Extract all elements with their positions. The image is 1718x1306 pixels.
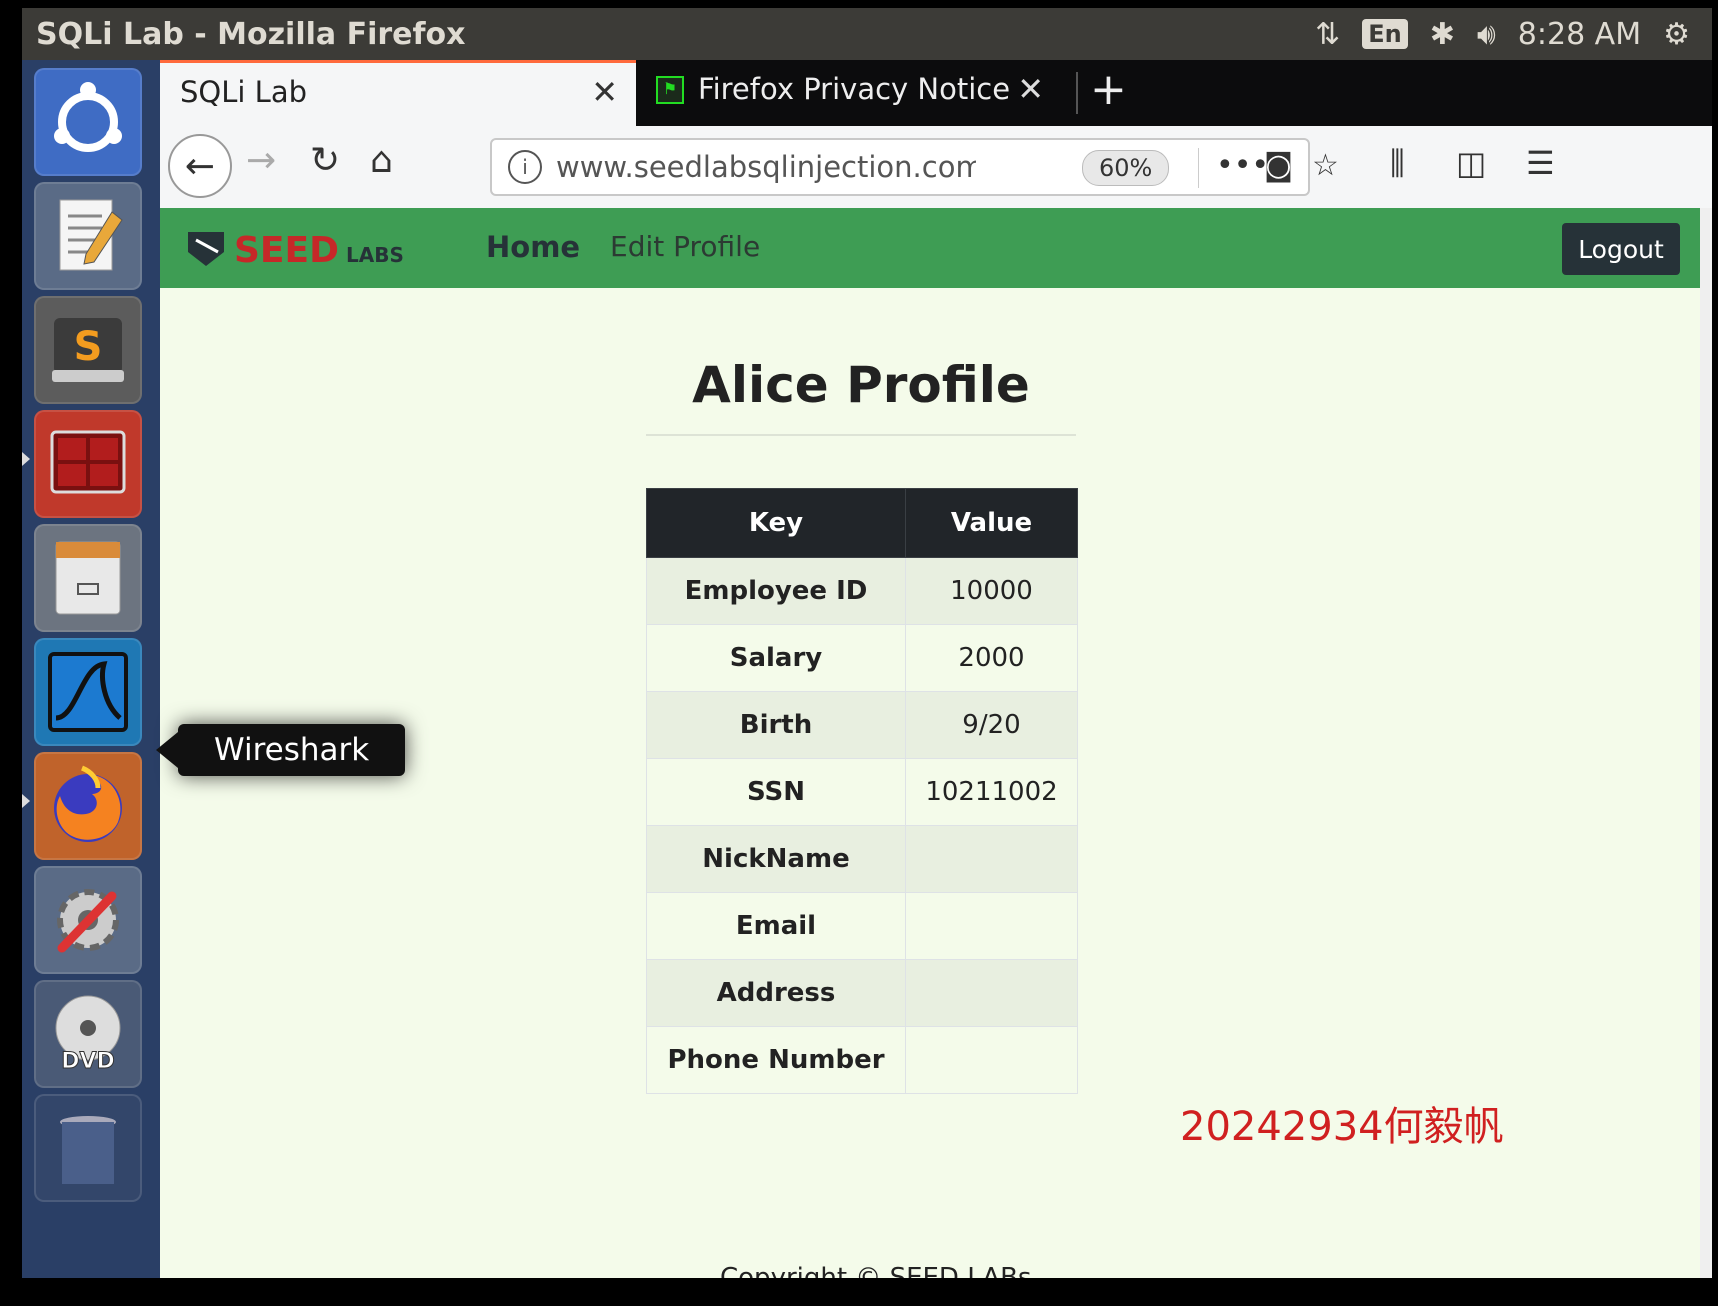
url-text[interactable]: www.seedlabsqlinjection.com [556,150,976,184]
close-tab-icon[interactable]: ✕ [1017,70,1044,108]
profile-table: Key Value Employee ID 10000 Salary 2000 … [646,488,1078,1094]
new-tab-plus-icon[interactable]: + [1090,64,1127,115]
system-settings-icon[interactable] [34,866,142,974]
firefox-window: SQLi Lab ✕ ⚑ Firefox Privacy Notice — ✕ … [160,60,1712,1278]
row-key: Salary [646,624,906,692]
running-indicator [22,452,30,466]
terminal-icon[interactable] [34,410,142,518]
tab-bar: SQLi Lab ✕ ⚑ Firefox Privacy Notice — ✕ … [160,60,1712,126]
svg-text:SEED: SEED [234,230,339,270]
column-header-key: Key [646,488,906,558]
dvd-icon[interactable]: DVD [34,980,142,1088]
row-value [905,892,1078,960]
ubuntu-dash-icon[interactable] [34,68,142,176]
title-divider [646,434,1076,436]
row-key: Phone Number [646,1026,906,1094]
seedlabs-logo[interactable]: SEED LABS [184,226,414,270]
footer-copyright: Copyright © SEED LABs [720,1263,1032,1278]
table-row: NickName [646,825,1078,893]
keyboard-layout-indicator[interactable]: En [1362,19,1408,49]
nav-edit-profile-link[interactable]: Edit Profile [610,230,760,263]
row-value: 10211002 [905,758,1078,826]
reload-icon[interactable]: ↻ [310,140,340,181]
tab-label: Firefox Privacy Notice — [698,72,1018,106]
url-bar-separator [1198,148,1199,188]
row-key: Birth [646,691,906,759]
unity-launcher: S DVD [22,60,160,1278]
nav-home-link[interactable]: Home [486,230,580,264]
window-title: SQLi Lab - Mozilla Firefox [36,17,466,52]
home-icon[interactable]: ⌂ [370,140,393,181]
navigation-toolbar: ← → ↻ ⌂ i www.seedlabsqlinjection.com 60… [160,126,1712,209]
close-tab-icon[interactable]: ✕ [591,73,618,111]
file-cabinet-icon[interactable] [34,524,142,632]
power-gear-icon[interactable]: ⚙ [1663,17,1690,52]
watermark-text: 20242934何毅帆 [1180,1104,1504,1150]
sublime-text-icon[interactable]: S [34,296,142,404]
table-row: SSN 10211002 [646,758,1078,826]
row-value: 10000 [905,557,1078,625]
back-arrow-icon[interactable]: ← [168,134,232,198]
library-icon[interactable]: ⫼ [1390,144,1405,183]
trash-icon[interactable] [34,1094,142,1202]
volume-icon[interactable]: 🔊︎ [1477,17,1496,52]
logout-button[interactable]: Logout [1562,223,1680,275]
desktop-screen: SQLi Lab - Mozilla Firefox ⇅ En ✱ 🔊︎ 8:2… [22,8,1712,1278]
row-key: Email [646,892,906,960]
table-row: Phone Number [646,1026,1078,1094]
table-row: Salary 2000 [646,624,1078,692]
url-bar[interactable]: i www.seedlabsqlinjection.com 60% ••• ◙ … [490,138,1339,196]
top-panel: SQLi Lab - Mozilla Firefox ⇅ En ✱ 🔊︎ 8:2… [22,8,1712,60]
site-info-icon[interactable]: i [508,150,542,184]
svg-text:LABS: LABS [346,243,404,267]
table-row: Email [646,892,1078,960]
bookmark-star-icon[interactable]: ☆ [1312,148,1339,183]
row-key: Address [646,959,906,1027]
tab-sqli-lab[interactable]: SQLi Lab ✕ [160,60,636,126]
forward-arrow-icon[interactable]: → [246,140,276,181]
row-key: Employee ID [646,557,906,625]
row-value: 9/20 [905,691,1078,759]
svg-text:S: S [74,324,103,370]
launcher-tooltip: Wireshark [155,724,406,776]
row-value [905,1026,1078,1094]
sidebar-icon[interactable]: ◫ [1456,144,1486,182]
row-value [905,959,1078,1027]
wireshark-icon[interactable] [34,638,142,746]
firefox-icon[interactable] [34,752,142,860]
tab-label: SQLi Lab [180,75,308,109]
network-arrows-icon[interactable]: ⇅ [1315,17,1340,52]
running-indicator [22,794,30,808]
hamburger-menu-icon[interactable]: ☰ [1526,144,1555,182]
svg-text:DVD: DVD [61,1049,115,1074]
bluetooth-icon[interactable]: ✱ [1430,17,1455,52]
table-row: Address [646,959,1078,1027]
tab-privacy-notice[interactable]: ⚑ Firefox Privacy Notice — ✕ [636,60,1076,126]
page-actions-more-icon[interactable]: ••• [1216,148,1269,183]
row-key: NickName [646,825,906,893]
row-value: 2000 [905,624,1078,692]
page-scrollbar[interactable] [1700,208,1712,1278]
column-header-value: Value [905,488,1078,558]
clock[interactable]: 8:28 AM [1518,17,1641,52]
pocket-icon[interactable]: ◙ [1264,148,1293,183]
table-header-row: Key Value [646,488,1078,558]
table-row: Employee ID 10000 [646,557,1078,625]
page-title: Alice Profile [692,356,1030,414]
favicon-icon: ⚑ [656,76,684,104]
row-value [905,825,1078,893]
zoom-level-badge[interactable]: 60% [1082,150,1170,186]
row-key: SSN [646,758,906,826]
system-tray: ⇅ En ✱ 🔊︎ 8:28 AM ⚙ [1315,8,1712,60]
site-navbar: SEED LABS Home Edit Profile Logout [160,208,1700,288]
text-editor-icon[interactable] [34,182,142,290]
table-row: Birth 9/20 [646,691,1078,759]
tab-separator [1076,72,1078,114]
